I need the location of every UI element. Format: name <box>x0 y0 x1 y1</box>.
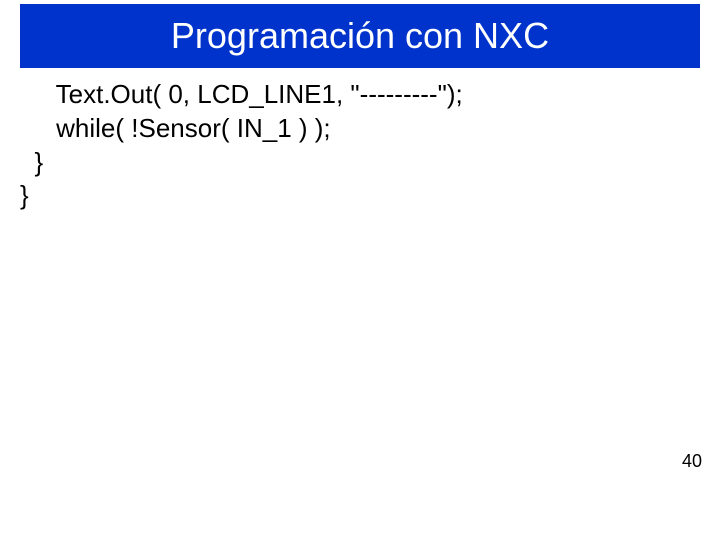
code-line-1: Text.Out( 0, LCD_LINE1, "---------"); <box>20 79 463 109</box>
slide-title: Programación con NXC <box>171 15 549 57</box>
code-line-4: } <box>20 180 29 210</box>
code-block: Text.Out( 0, LCD_LINE1, "---------"); wh… <box>20 78 463 213</box>
code-line-3: } <box>20 147 43 177</box>
page-number: 40 <box>682 451 702 472</box>
slide-title-bar: Programación con NXC <box>20 4 700 68</box>
code-line-2: while( !Sensor( IN_1 ) ); <box>20 113 331 143</box>
